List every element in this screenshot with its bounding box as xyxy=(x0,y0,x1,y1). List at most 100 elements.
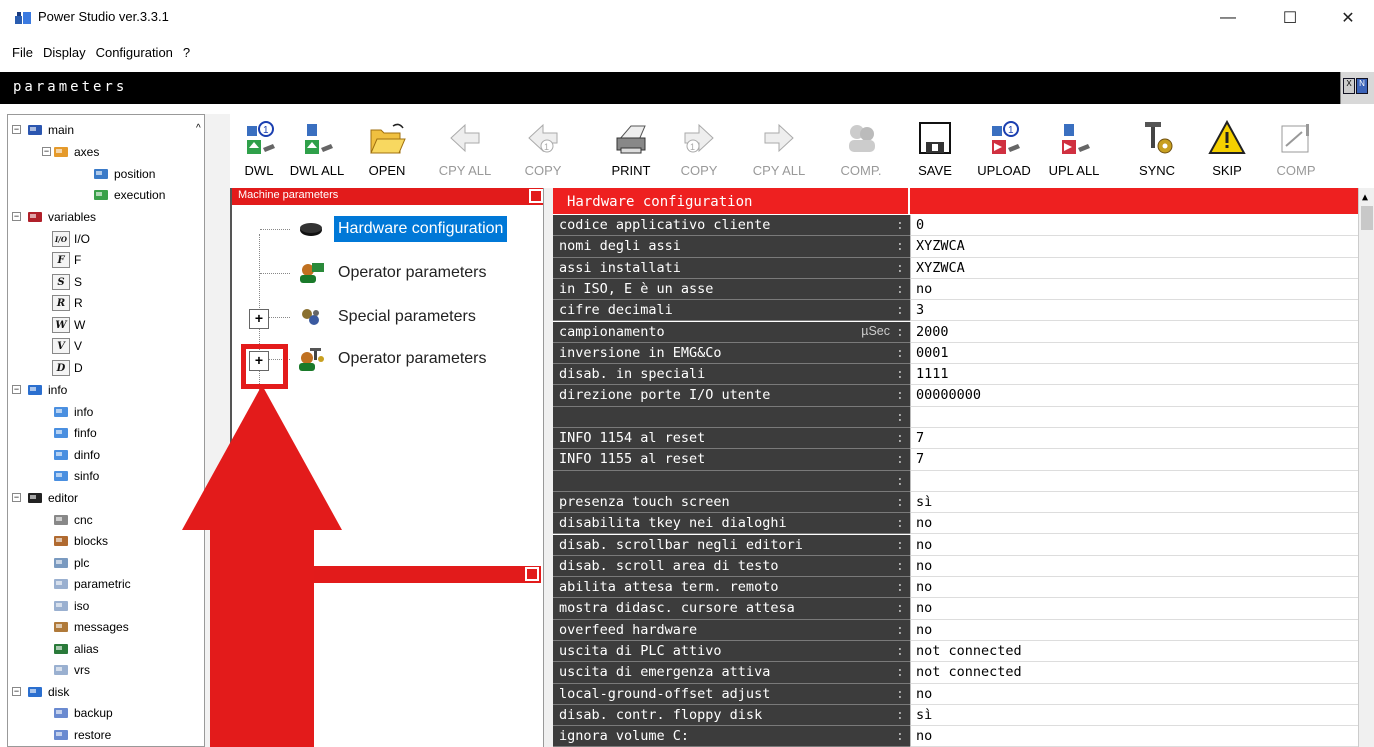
cpy-all-button[interactable]: CPY ALL xyxy=(750,114,808,186)
param-value[interactable]: not connected xyxy=(910,662,1358,684)
table-scrollbar[interactable]: ▲ xyxy=(1358,188,1374,747)
table-row[interactable]: campionamento µSec:2000 xyxy=(553,321,1358,343)
table-row[interactable]: INFO 1155 al reset:7 xyxy=(553,449,1358,471)
param-value[interactable]: XYZWCA xyxy=(910,236,1358,258)
windows-icon[interactable]: XN xyxy=(1340,72,1374,104)
machine-node-hardware-configuration[interactable]: Hardware configuration xyxy=(260,216,508,242)
table-row[interactable]: disab. scroll area di testo: no xyxy=(553,555,1358,578)
sidebar-item-alias[interactable]: alias xyxy=(52,639,99,659)
table-row[interactable]: disabilita tkey nei dialoghi: no xyxy=(553,513,1358,535)
sidebar-item-io[interactable]: I/O I/O xyxy=(52,229,90,249)
sidebar-item-blocks[interactable]: blocks xyxy=(52,531,108,551)
open-button[interactable]: OPEN xyxy=(358,114,416,186)
table-row[interactable]: inversione in EMG&Co:0001 xyxy=(553,342,1358,365)
table-row[interactable]: mostra didasc. cursore attesa: no xyxy=(553,598,1358,620)
save-button[interactable]: SAVE xyxy=(906,114,964,186)
sidebar-item-r[interactable]: RR xyxy=(52,293,83,313)
param-value[interactable]: 00000000 xyxy=(910,385,1358,407)
param-value[interactable] xyxy=(910,470,1358,492)
sidebar-item-execution[interactable]: execution xyxy=(92,185,165,205)
param-value[interactable]: XYZWCA xyxy=(910,257,1358,279)
upl-all-button[interactable]: UPL ALL xyxy=(1045,114,1103,186)
table-row[interactable]: disab. scrollbar negli editori: no xyxy=(553,534,1358,556)
param-value[interactable]: 2000 xyxy=(910,321,1358,343)
menu-configuration[interactable]: Configuration xyxy=(91,42,178,64)
sidebar-item-restore[interactable]: restore xyxy=(52,725,111,745)
table-row[interactable]: abilita attesa term. remoto: no xyxy=(553,577,1358,599)
sidebar-item-vrs[interactable]: vrs xyxy=(52,660,90,680)
tree-expander-icon[interactable]: − xyxy=(12,385,21,394)
param-value[interactable]: no xyxy=(910,577,1358,599)
scroll-up-icon[interactable]: ^ xyxy=(196,123,201,134)
scroll-thumb[interactable] xyxy=(1361,206,1373,230)
param-value[interactable]: 7 xyxy=(910,449,1358,471)
maximize-button[interactable]: ☐ xyxy=(1275,6,1305,30)
sidebar-item-disk[interactable]: disk xyxy=(26,682,69,702)
table-row[interactable]: in ISO, E è un asse: no xyxy=(553,278,1358,301)
tree-expander-icon[interactable]: − xyxy=(12,687,21,696)
tree-expander-icon[interactable]: − xyxy=(12,493,21,502)
sidebar-item-d[interactable]: DD xyxy=(52,358,83,378)
param-value[interactable]: no xyxy=(910,598,1358,620)
tree-expander-icon[interactable]: − xyxy=(12,125,21,134)
sidebar-item-s[interactable]: SS xyxy=(52,272,82,292)
sidebar-item-v[interactable]: VV xyxy=(52,336,82,356)
scroll-up-icon[interactable]: ▲ xyxy=(1362,192,1368,203)
tree-expander-icon[interactable]: − xyxy=(42,147,51,156)
machine-node-operator-parameters[interactable]: Operator parameters xyxy=(260,260,491,286)
param-value[interactable]: sì xyxy=(910,704,1358,727)
sidebar-item-backup[interactable]: backup xyxy=(52,703,113,723)
param-value[interactable]: no xyxy=(910,534,1358,556)
menu-display[interactable]: Display xyxy=(38,42,91,64)
panel-splitter[interactable] xyxy=(543,188,553,747)
param-value[interactable]: no xyxy=(910,278,1358,301)
table-row[interactable]: disab. in speciali:1111 xyxy=(553,364,1358,386)
sidebar-item-messages[interactable]: messages xyxy=(52,617,129,637)
copy-button[interactable]: 1 COPY xyxy=(670,114,728,186)
table-row[interactable]: disab. contr. floppy disk: sì xyxy=(553,704,1358,727)
menu-help[interactable]: ? xyxy=(178,42,195,64)
sidebar-item-plc[interactable]: plc xyxy=(52,553,89,573)
sidebar-item-axes[interactable]: axes xyxy=(52,142,99,162)
copy-button[interactable]: 1 COPY xyxy=(514,114,572,186)
expand-plus-icon[interactable]: + xyxy=(249,309,269,329)
param-value[interactable]: sì xyxy=(910,491,1358,514)
table-row[interactable]: INFO 1154 al reset:7 xyxy=(553,428,1358,450)
sidebar-item-editor[interactable]: editor xyxy=(26,488,78,508)
sidebar-tree[interactable]: − main − axes position execution − variables I/O… xyxy=(7,114,205,747)
minimize-button[interactable]: — xyxy=(1213,6,1243,30)
table-row[interactable]: presenza touch screen: sì xyxy=(553,491,1358,514)
table-row[interactable]: codice applicativo cliente:0 xyxy=(553,215,1358,237)
table-row[interactable]: assi installati: XYZWCA xyxy=(553,257,1358,279)
skip-button[interactable]: SKIP xyxy=(1198,114,1256,186)
param-value[interactable]: no xyxy=(910,513,1358,535)
param-value[interactable]: 3 xyxy=(910,300,1358,322)
table-row[interactable]: : xyxy=(553,470,1358,492)
sidebar-item-f[interactable]: FF xyxy=(52,250,81,270)
table-row[interactable]: nomi degli assi: XYZWCA xyxy=(553,236,1358,258)
sidebar-item-w[interactable]: WW xyxy=(52,315,85,335)
sidebar-item-finfo[interactable]: finfo xyxy=(52,423,97,443)
dwl-all-button[interactable]: DWL ALL xyxy=(288,114,346,186)
print-button[interactable]: PRINT xyxy=(602,114,660,186)
sidebar-item-dinfo[interactable]: dinfo xyxy=(52,445,100,465)
table-row[interactable]: ignora volume C:: no xyxy=(553,726,1358,747)
panel-close-icon[interactable] xyxy=(529,189,543,203)
table-row[interactable]: direzione porte I/O utente:00000000 xyxy=(553,385,1358,407)
cpy-all-button[interactable]: CPY ALL xyxy=(436,114,494,186)
sidebar-item-info[interactable]: info xyxy=(52,402,93,422)
param-value[interactable]: not connected xyxy=(910,641,1358,663)
sidebar-item-cnc[interactable]: cnc xyxy=(52,510,93,530)
param-value[interactable] xyxy=(910,406,1358,428)
panel-close-icon[interactable] xyxy=(525,567,539,581)
table-row[interactable]: local-ground-offset adjust: no xyxy=(553,683,1358,705)
table-row[interactable]: uscita di PLC attivo: not connected xyxy=(553,641,1358,663)
param-value[interactable]: 0001 xyxy=(910,342,1358,365)
param-value[interactable]: no xyxy=(910,555,1358,578)
sidebar-item-position[interactable]: position xyxy=(92,164,155,184)
close-button[interactable]: ✕ xyxy=(1333,6,1363,30)
param-value[interactable]: 7 xyxy=(910,428,1358,450)
param-value[interactable]: 0 xyxy=(910,215,1358,237)
machine-node-special-parameters[interactable]: Special parameters xyxy=(260,304,480,330)
param-value[interactable]: no xyxy=(910,619,1358,641)
